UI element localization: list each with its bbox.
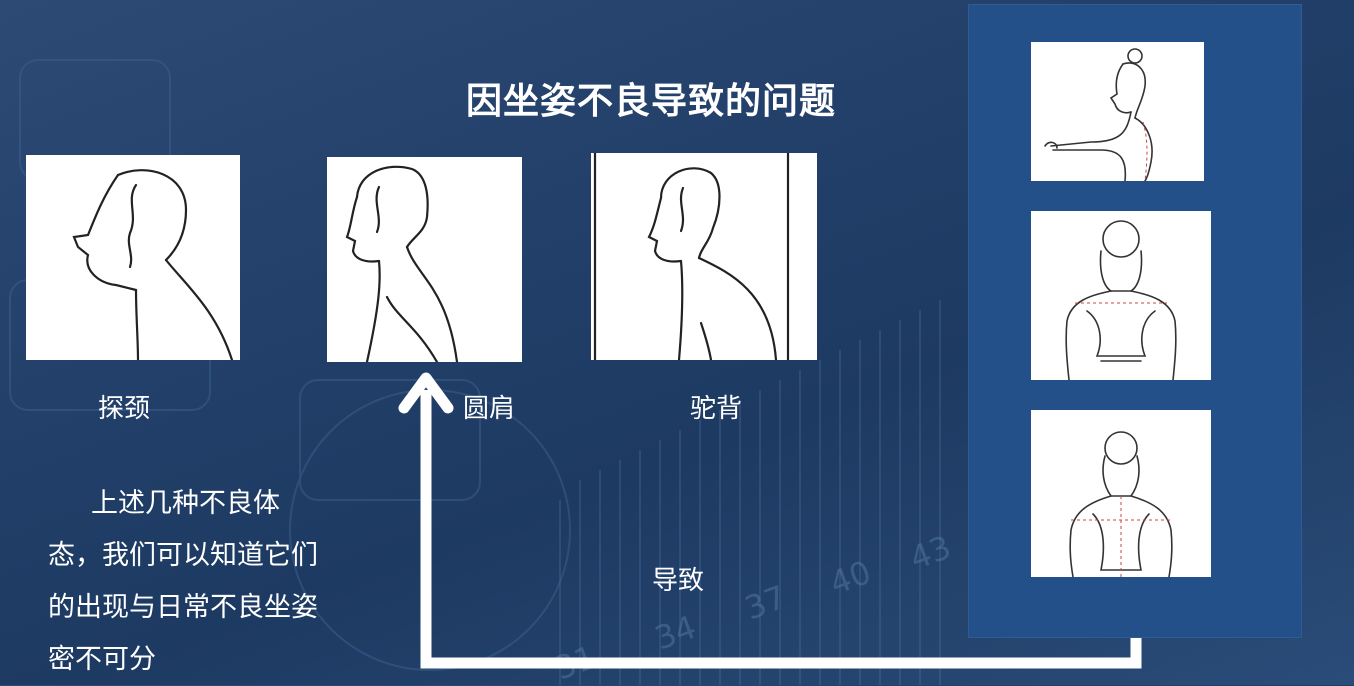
back-shoulders-illustration xyxy=(1031,211,1211,380)
summary-paragraph: 上述几种不良体态，我们可以知道它们的出现与日常不良坐姿密不可分 xyxy=(48,488,318,675)
side-posture-illustration xyxy=(1031,42,1204,181)
bg-number: 43 xyxy=(905,528,956,578)
bg-number: 31 xyxy=(550,638,601,685)
forward-head-illustration xyxy=(26,155,240,360)
hunchback-illustration xyxy=(591,153,817,360)
bg-number: 34 xyxy=(650,608,701,658)
round-shoulders-illustration xyxy=(327,157,522,362)
arrow-label: 导致 xyxy=(652,566,705,596)
bg-number: 40 xyxy=(825,553,876,603)
caption-forward-head: 探颈 xyxy=(98,394,151,424)
caption-hunchback: 驼背 xyxy=(690,394,743,424)
page-title: 因坐姿不良导致的问题 xyxy=(466,81,837,122)
back-neck-illustration xyxy=(1031,410,1211,577)
bg-number: 37 xyxy=(740,578,791,628)
caption-round-shoulders: 圆肩 xyxy=(463,394,516,424)
